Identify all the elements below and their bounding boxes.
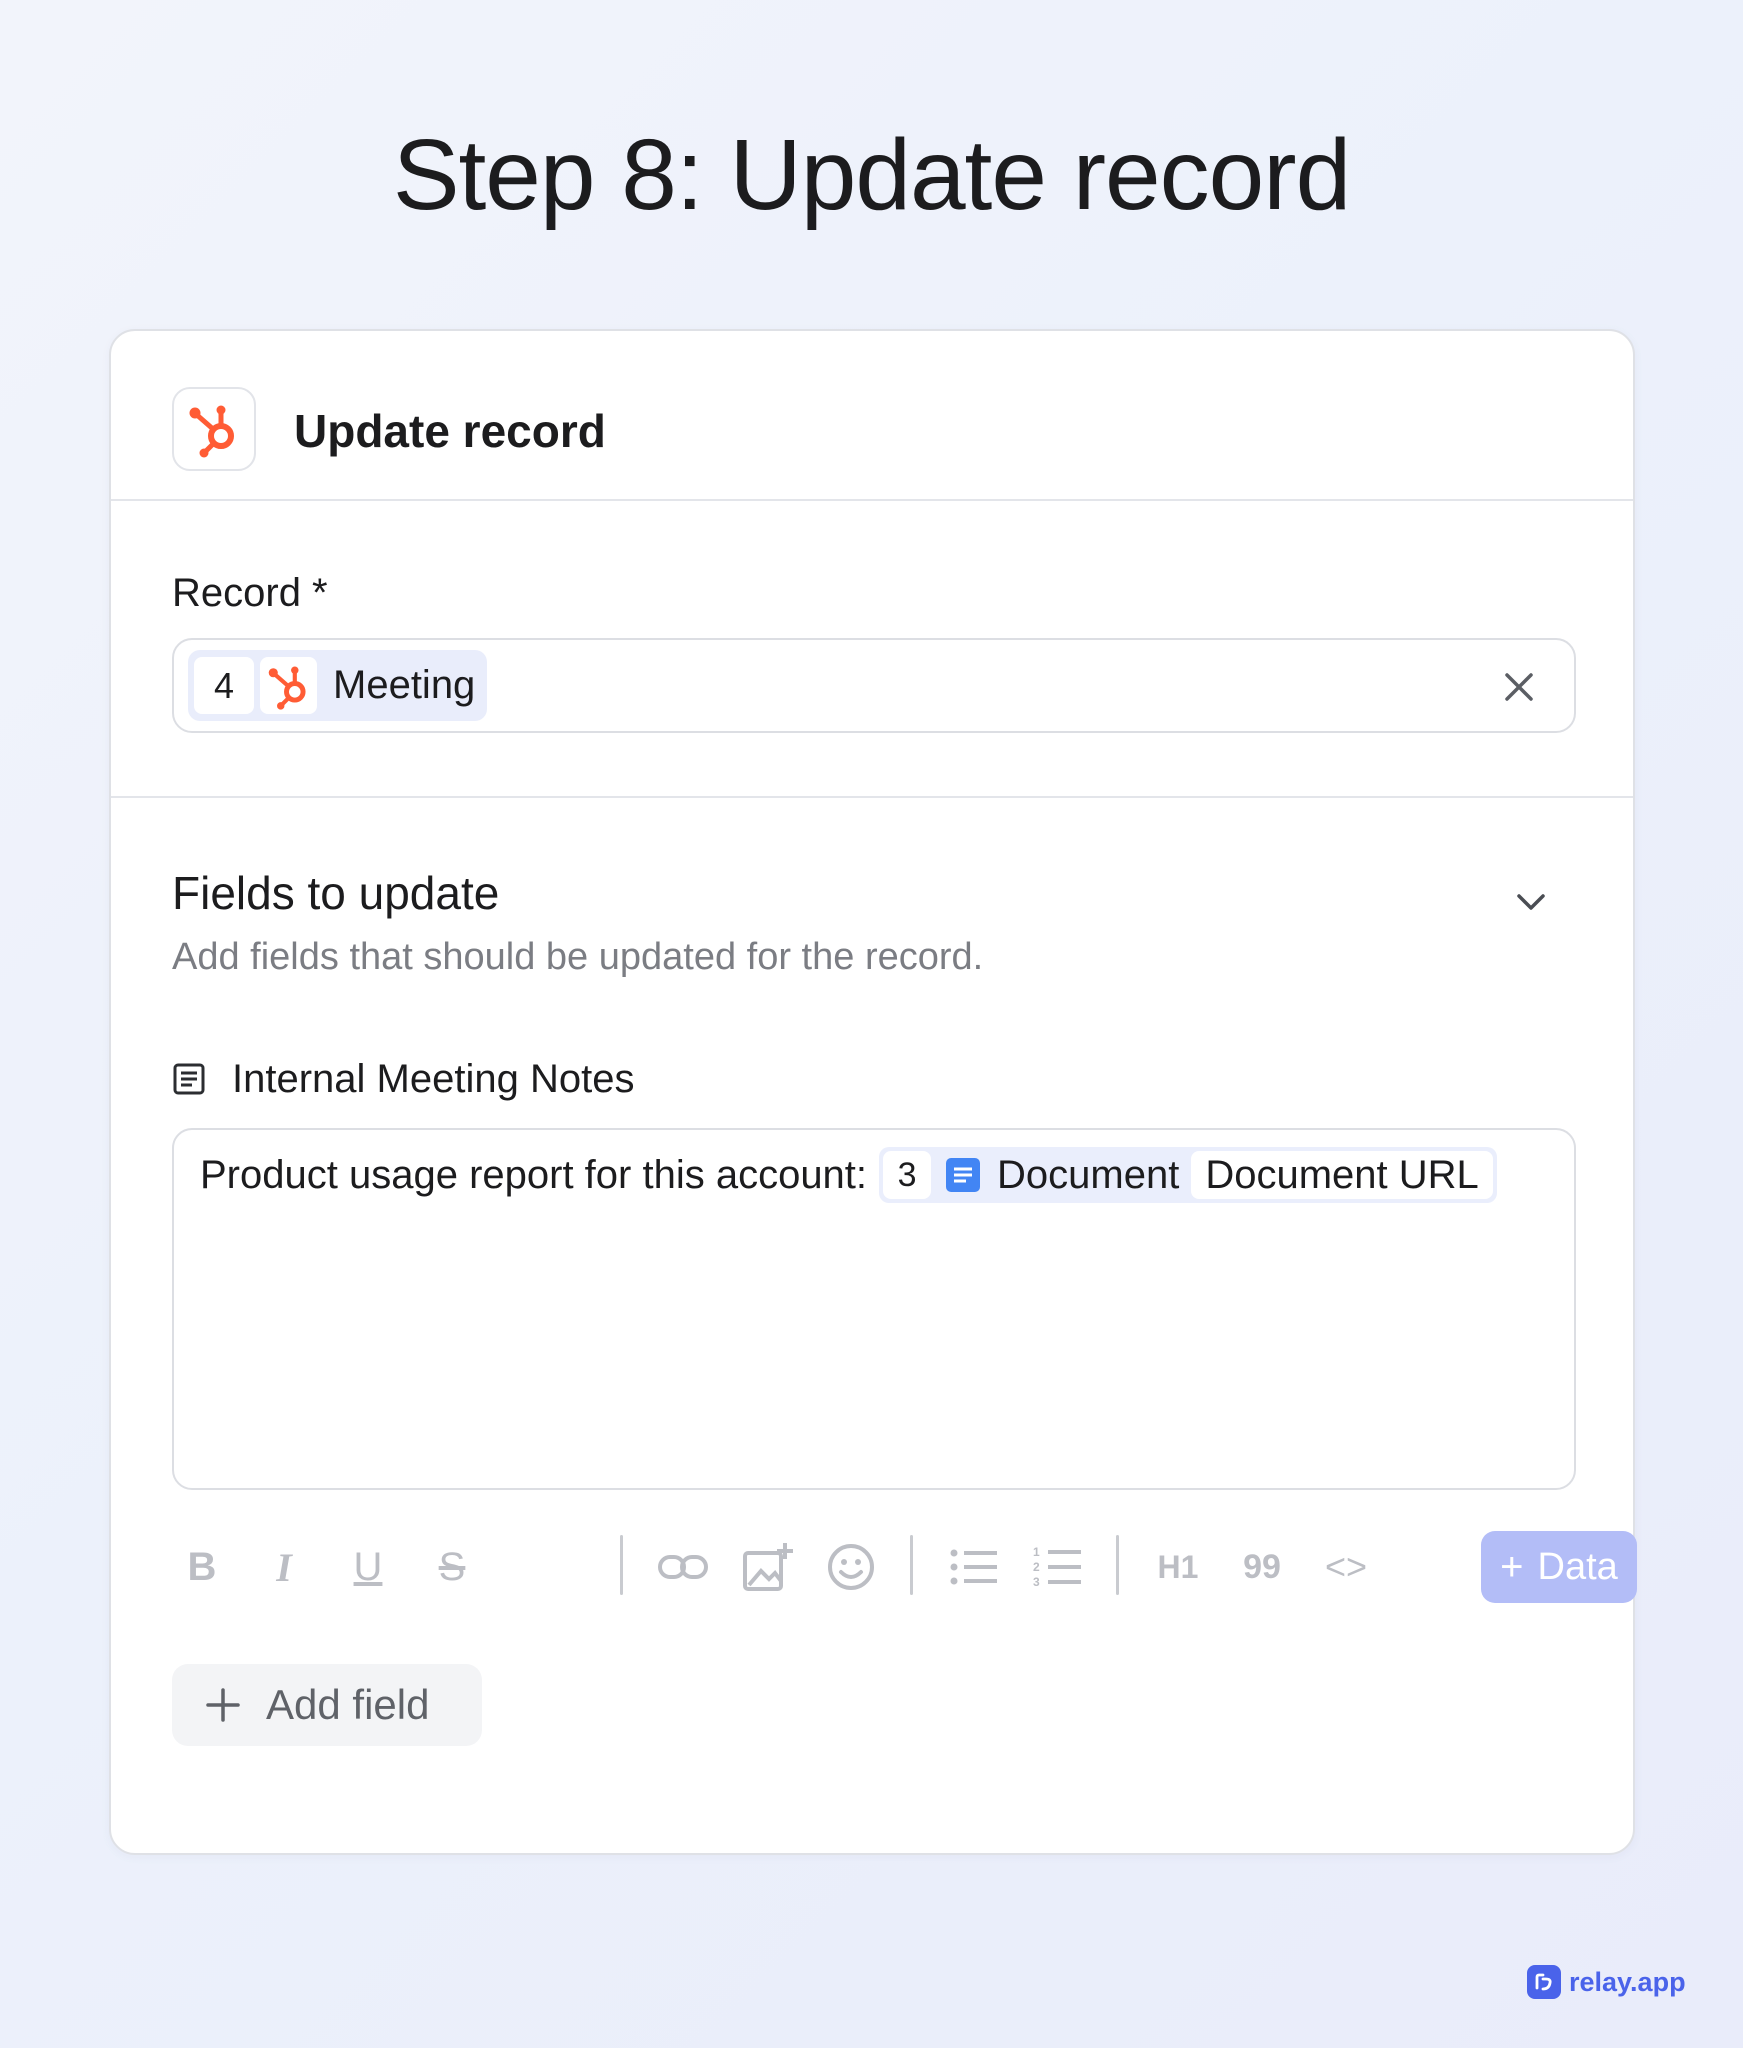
italic-icon: I (276, 1544, 292, 1590)
page-frame: Step 8: Update record Update record Reco… (0, 0, 1743, 2048)
numbered-list-button[interactable]: 1 2 3 (1028, 1537, 1088, 1597)
record-label: Record * (172, 571, 328, 615)
record-chip-label: Meeting (333, 663, 476, 707)
svg-text:3: 3 (1033, 1575, 1040, 1589)
emoji-icon (828, 1544, 874, 1590)
bullet-list-button[interactable] (944, 1537, 1004, 1597)
editor-content: Product usage report for this account: 3… (200, 1146, 1497, 1204)
chevron-down-icon (1517, 894, 1545, 910)
heading-button[interactable]: H1 (1148, 1537, 1208, 1597)
clear-record-button[interactable] (1498, 666, 1540, 708)
emoji-button[interactable] (821, 1537, 881, 1597)
add-field-button[interactable]: Add field (172, 1664, 482, 1746)
bold-button[interactable]: B (172, 1537, 232, 1597)
plus-icon: + (1500, 1544, 1524, 1589)
image-add-icon (743, 1543, 793, 1591)
heading-icon: H1 (1157, 1548, 1199, 1585)
plus-icon (206, 1688, 240, 1722)
strikethrough-icon: S (438, 1544, 466, 1589)
update-record-card: Update record Record * 4 Meeting Fields … (109, 329, 1637, 1855)
insert-image-button[interactable] (737, 1537, 797, 1597)
fields-section-subtitle: Add fields that should be updated for th… (172, 936, 984, 978)
document-chip-label: Document (997, 1152, 1180, 1197)
record-variable-chip[interactable]: 4 Meeting (188, 650, 488, 721)
toolbar-divider (1116, 1535, 1119, 1595)
relay-logo-icon (1527, 1965, 1561, 1999)
add-field-label: Add field (266, 1681, 430, 1728)
brand-name: relay.app (1569, 1966, 1686, 1997)
svg-text:1: 1 (1033, 1545, 1040, 1559)
step-number-badge: 4 (194, 657, 254, 714)
field-label: Internal Meeting Notes (232, 1056, 635, 1101)
google-docs-icon (939, 1151, 987, 1199)
collapse-fields-button[interactable] (1506, 877, 1556, 927)
italic-button[interactable]: I (254, 1537, 314, 1597)
card-header: Update record (111, 331, 1633, 501)
hubspot-icon (172, 387, 256, 471)
insert-data-button[interactable]: + Data (1481, 1531, 1637, 1603)
hubspot-icon (260, 657, 317, 714)
editor-text: Product usage report for this account: (200, 1152, 868, 1197)
brand-logo: relay.app (1527, 1965, 1686, 1999)
close-icon (1505, 673, 1533, 701)
record-input[interactable]: 4 Meeting (172, 638, 1576, 733)
underline-button[interactable]: U (338, 1537, 398, 1597)
record-section: Record * 4 Meeting (111, 501, 1633, 798)
bullet-list-icon (950, 1549, 997, 1585)
link-icon (658, 1555, 708, 1579)
toolbar-divider (910, 1535, 913, 1595)
underline-icon: U (353, 1544, 383, 1589)
document-chip-field: Document URL (1191, 1151, 1493, 1199)
meeting-notes-editor[interactable]: Product usage report for this account: 3… (172, 1128, 1576, 1490)
step-number-badge: 3 (883, 1151, 932, 1199)
quote-icon: 99 (1243, 1547, 1281, 1586)
toolbar-divider (620, 1535, 623, 1595)
document-variable-chip[interactable]: 3 Document Document URL (879, 1147, 1497, 1203)
bold-icon: B (187, 1544, 217, 1589)
data-button-label: Data (1537, 1545, 1618, 1588)
card-title: Update record (294, 405, 606, 457)
page-title: Step 8: Update record (392, 119, 1351, 231)
quote-button[interactable]: 99 (1232, 1537, 1292, 1597)
numbered-list-icon: 1 2 3 (1033, 1545, 1081, 1589)
formatting-toolbar: B I U S 1 2 3 H1 99 <> + Data (172, 1531, 1637, 1603)
code-button[interactable]: <> (1316, 1537, 1376, 1597)
field-header: Internal Meeting Notes (172, 1054, 634, 1104)
svg-text:2: 2 (1033, 1560, 1040, 1574)
code-icon: <> (1324, 1546, 1368, 1587)
strikethrough-button[interactable]: S (422, 1537, 482, 1597)
document-lines-icon (173, 1063, 205, 1095)
link-button[interactable] (653, 1537, 713, 1597)
fields-section-title: Fields to update (172, 867, 500, 919)
